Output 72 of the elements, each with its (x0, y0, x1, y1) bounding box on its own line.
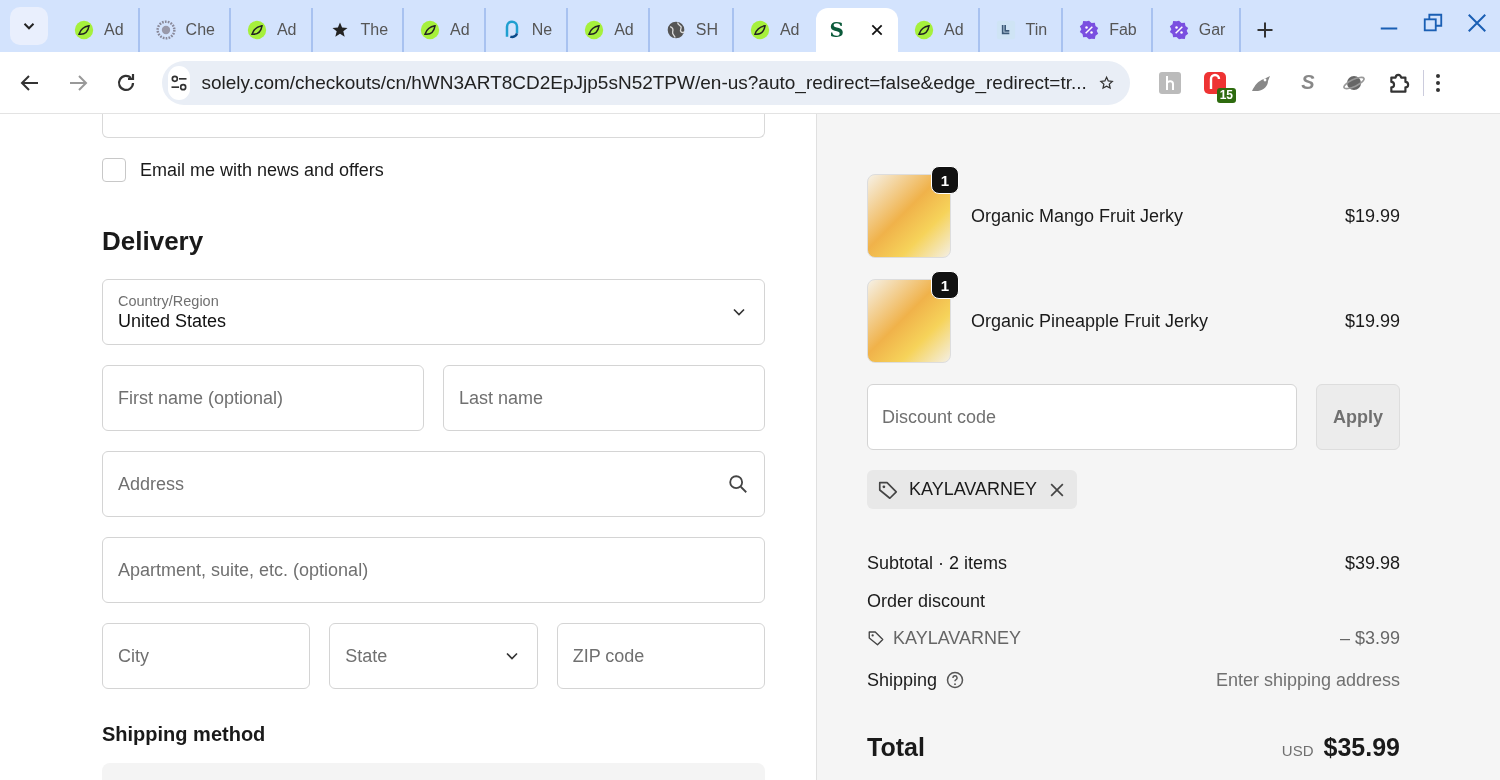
tab-title: Che (185, 21, 215, 39)
site-logo: S (829, 20, 844, 40)
logo-icon (995, 20, 1016, 40)
input-field[interactable]: Apartment, suite, etc. (optional) (102, 537, 765, 603)
input-field[interactable]: ZIP code (556, 623, 765, 689)
tab-title: Ad (276, 21, 297, 39)
apply-button[interactable]: Apply (1316, 384, 1400, 450)
url-text: solely.com/checkouts/cn/hWN3ART8CD2EpJjp5sN52TPW/en-us?auto_redirect=false&edge_redirect=tr... (201, 71, 1087, 94)
new-tab-button[interactable] (1255, 20, 1276, 40)
section-heading: Shipping method (102, 723, 267, 746)
total-amount: $35.99 (1323, 733, 1400, 762)
summary-label: Shipping (867, 669, 938, 691)
dropdown-field[interactable]: State (329, 623, 538, 689)
tab-title: Ad (614, 21, 634, 39)
search-icon (727, 473, 749, 495)
tab-title: Fab (1109, 21, 1137, 39)
summary-value: $39.98 (1344, 552, 1400, 574)
checkbox-label: Email me with news and offers (140, 159, 384, 181)
currency-code: USD (1281, 742, 1314, 759)
globe-icon (665, 20, 686, 40)
tab-title: Ad (450, 21, 470, 39)
summary-value: – $3.99 (1339, 627, 1400, 649)
product-name: Organic Pineapple Fruit Jerky (971, 310, 1210, 332)
leaf-icon (420, 20, 441, 40)
tab-title: The (360, 21, 389, 39)
tab-title: Ne (531, 21, 553, 39)
percent-badge-icon (1168, 20, 1189, 40)
dropdown-field[interactable]: Country/Region United States (102, 279, 765, 345)
percent-badge-icon (1079, 20, 1100, 40)
product-price: $19.99 (1344, 205, 1400, 227)
summary-label: Order discount (867, 590, 986, 612)
browser-tab[interactable]: S (815, 8, 898, 52)
browser-tab[interactable]: Ad (733, 8, 816, 52)
restore-icon[interactable] (1422, 12, 1444, 34)
close-icon[interactable] (1466, 12, 1488, 34)
input-field[interactable]: First name (optional) (102, 365, 424, 431)
tab-title: Tin (1025, 21, 1048, 39)
tab-title: Ad (779, 21, 800, 39)
leaf-icon (749, 20, 770, 40)
input-field[interactable] (102, 114, 765, 138)
summary-label: Subtotal · 2 items (867, 552, 1008, 574)
summary-value: Enter shipping address (1215, 669, 1400, 691)
tab-title: Ad (104, 21, 124, 39)
address-bar[interactable]: solely.com/checkouts/cn/hWN3ART8CD2EpJjp5sN52TPW/en-us?auto_redirect=false&edge_redirect=tr... (162, 60, 1130, 105)
plus-icon (1255, 20, 1276, 40)
tab-title: Gar (1198, 21, 1226, 39)
input-field[interactable]: Address (102, 451, 765, 517)
leaf-icon (74, 20, 94, 40)
discount-code-field[interactable]: Discount code (867, 384, 1297, 450)
discount-code-text: KAYLAVARNEY (909, 479, 1038, 500)
quantity-badge: 1 (931, 271, 959, 299)
help-icon[interactable] (945, 670, 966, 690)
tag-icon (867, 629, 885, 647)
leaf-icon (246, 20, 267, 40)
site-settings-icon[interactable] (168, 65, 190, 100)
product-name: Organic Mango Fruit Jerky (971, 205, 1185, 227)
product-price: $19.99 (1344, 310, 1400, 332)
checkbox[interactable] (102, 158, 126, 182)
quantity-badge: 1 (931, 166, 959, 194)
input-field[interactable]: Last name (443, 365, 765, 431)
leaf-icon (913, 20, 934, 40)
summary-label: KAYLAVARNEY (893, 627, 1022, 649)
total-label: Total (867, 733, 925, 762)
tab-title: SH (695, 21, 718, 39)
tab-title: Ad (943, 21, 964, 39)
close-icon (869, 23, 884, 37)
close-tab-button[interactable] (869, 23, 884, 37)
leaf-icon (584, 20, 605, 40)
flower-icon (155, 20, 176, 40)
extension-icon[interactable]: S (1295, 71, 1321, 94)
section-heading: Delivery (102, 226, 205, 257)
input-field[interactable]: City (102, 623, 311, 689)
